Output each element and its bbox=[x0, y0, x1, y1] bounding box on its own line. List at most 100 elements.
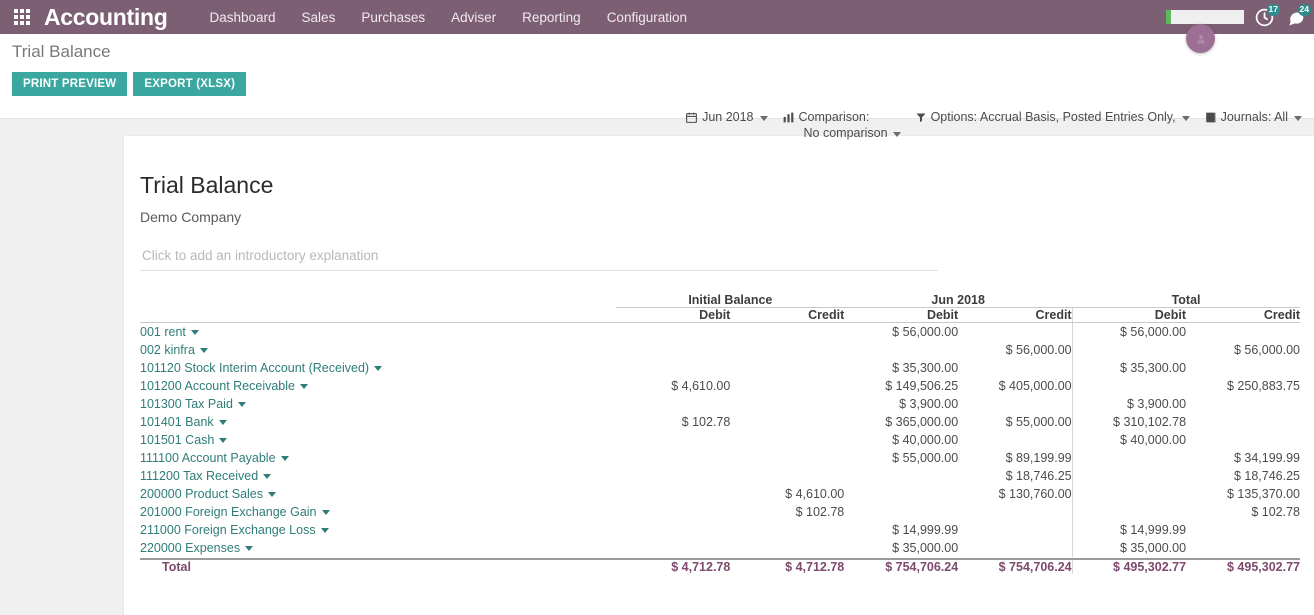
clock-activity-icon[interactable]: 17 bbox=[1254, 3, 1280, 28]
table-row: 101200 Account Receivable $ 4,610.00 $ 149… bbox=[140, 376, 1300, 395]
cell-initial-debit bbox=[616, 431, 730, 449]
account-label: 101200 Account Receivable bbox=[140, 378, 295, 393]
app-brand-accounting[interactable]: Accounting bbox=[44, 4, 168, 31]
account-label: 201000 Foreign Exchange Gain bbox=[140, 504, 317, 519]
trial-balance-body: 001 rent $ 56,000.00 $ 56,000.00 002 kinfra… bbox=[140, 322, 1300, 557]
book-icon bbox=[1204, 111, 1217, 124]
cell-period-debit: $ 14,999.99 bbox=[892, 522, 959, 537]
account-label: 101401 Bank bbox=[140, 414, 214, 429]
total-initial-credit: $ 4,712.78 bbox=[730, 557, 845, 574]
breadcrumb[interactable]: Trial Balance bbox=[12, 42, 1302, 62]
comparison-filter-row1[interactable]: Comparison: bbox=[782, 110, 901, 124]
menu-item-configuration[interactable]: Configuration bbox=[607, 10, 687, 25]
cell-period-credit: $ 56,000.00 bbox=[1005, 342, 1072, 357]
subheader-total-debit: Debit bbox=[1071, 307, 1187, 323]
cell-total-debit: $ 14,999.99 bbox=[1071, 520, 1187, 539]
cell-total-debit: $ 35,000.00 bbox=[1071, 538, 1187, 557]
messages-badge: 24 bbox=[1297, 3, 1311, 16]
account-link[interactable]: 111200 Tax Received bbox=[140, 467, 616, 485]
cell-period-debit: $ 35,000.00 bbox=[892, 540, 959, 555]
user-avatar[interactable] bbox=[1186, 24, 1215, 53]
cell-period-credit bbox=[958, 431, 1072, 449]
cell-total-credit bbox=[1186, 359, 1300, 377]
group-header-period: Jun 2018 bbox=[844, 293, 1073, 308]
column-subheader-row: Debit Credit Debit Credit Debit Credit bbox=[140, 307, 1300, 323]
report-filters: Jun 2018 Comparison: No comparison Optio… bbox=[685, 110, 1302, 140]
comparison-filter-row2[interactable]: No comparison bbox=[782, 126, 901, 140]
cell-total-credit bbox=[1186, 431, 1300, 449]
cell-initial-debit bbox=[616, 341, 730, 359]
cell-total-debit: $ 310,102.78 bbox=[1071, 412, 1187, 431]
print-preview-button[interactable]: PRINT PREVIEW bbox=[12, 72, 128, 96]
table-row: 101501 Cash $ 40,000.00 $ 40,000.00 bbox=[140, 430, 1300, 449]
report-sheet: Trial Balance Demo Company Initial Balan… bbox=[124, 136, 1314, 615]
account-link[interactable]: 001 rent bbox=[140, 323, 616, 341]
table-row: 211000 Foreign Exchange Loss $ 14,999.99 $… bbox=[140, 520, 1300, 539]
cell-total-debit bbox=[1071, 502, 1187, 521]
account-label: 002 kinfra bbox=[140, 342, 195, 357]
subheader-total-credit: Credit bbox=[1186, 307, 1300, 323]
cell-period-debit bbox=[844, 503, 958, 521]
table-row: 101300 Tax Paid $ 3,900.00 $ 3,900.00 bbox=[140, 394, 1300, 413]
report-background: Trial Balance Demo Company Initial Balan… bbox=[0, 119, 1314, 615]
menu-item-adviser[interactable]: Adviser bbox=[451, 10, 496, 25]
cell-period-debit: $ 35,300.00 bbox=[892, 360, 959, 375]
filter-funnel-icon bbox=[915, 111, 927, 124]
apps-grid-icon[interactable] bbox=[14, 9, 30, 25]
account-link[interactable]: 101120 Stock Interim Account (Received) bbox=[140, 359, 616, 377]
cell-total-credit: $ 18,746.25 bbox=[1233, 468, 1300, 483]
account-link[interactable]: 101501 Cash bbox=[140, 431, 616, 449]
cell-total-debit bbox=[1071, 376, 1187, 395]
account-link[interactable]: 201000 Foreign Exchange Gain bbox=[140, 503, 616, 521]
cell-total-credit: $ 250,883.75 bbox=[1227, 378, 1300, 393]
account-label: 001 rent bbox=[140, 324, 186, 339]
cell-initial-debit bbox=[616, 539, 730, 557]
total-period-credit: $ 754,706.24 bbox=[958, 557, 1073, 574]
account-link[interactable]: 101200 Account Receivable bbox=[140, 377, 616, 395]
cell-period-credit bbox=[958, 503, 1072, 521]
cell-total-credit: $ 102.78 bbox=[1251, 504, 1300, 519]
cell-total-debit: $ 3,900.00 bbox=[1071, 394, 1187, 413]
chevron-down-icon bbox=[199, 347, 208, 353]
date-filter[interactable]: Jun 2018 bbox=[685, 110, 768, 124]
menu-item-sales[interactable]: Sales bbox=[302, 10, 336, 25]
account-link[interactable]: 111100 Account Payable bbox=[140, 449, 616, 467]
chevron-down-icon bbox=[1294, 116, 1302, 121]
cell-initial-credit: $ 102.78 bbox=[795, 504, 845, 519]
account-link[interactable]: 200000 Product Sales bbox=[140, 485, 616, 503]
table-row: 200000 Product Sales $ 4,610.00 $ 130,760.… bbox=[140, 484, 1300, 503]
account-label: 101120 Stock Interim Account (Received) bbox=[140, 360, 370, 375]
intro-explanation-input[interactable] bbox=[140, 245, 938, 271]
total-row-label: Total bbox=[140, 557, 617, 574]
account-link[interactable]: 101300 Tax Paid bbox=[140, 395, 616, 413]
activity-badge: 17 bbox=[1266, 3, 1280, 16]
cell-initial-debit bbox=[616, 359, 730, 377]
search-input[interactable] bbox=[1166, 10, 1244, 24]
account-link[interactable]: 002 kinfra bbox=[140, 341, 616, 359]
export-xlsx-button[interactable]: EXPORT (XLSX) bbox=[133, 72, 247, 96]
chat-messages-icon[interactable]: 24 bbox=[1285, 3, 1311, 28]
total-total-debit: $ 495,302.77 bbox=[1071, 557, 1187, 574]
account-link[interactable]: 220000 Expenses bbox=[140, 539, 616, 557]
menu-item-dashboard[interactable]: Dashboard bbox=[210, 10, 276, 25]
group-header-initial-balance: Initial Balance bbox=[616, 293, 845, 308]
subheader-initial-credit: Credit bbox=[730, 307, 845, 323]
cell-initial-credit bbox=[730, 431, 844, 449]
menu-item-reporting[interactable]: Reporting bbox=[522, 10, 581, 25]
subheader-initial-debit: Debit bbox=[616, 307, 731, 323]
table-row: 002 kinfra $ 56,000.00 $ 56,000.00 bbox=[140, 340, 1300, 359]
options-filter[interactable]: Options: Accrual Basis, Posted Entries O… bbox=[915, 110, 1190, 124]
account-link[interactable]: 101401 Bank bbox=[140, 413, 616, 431]
chevron-down-icon bbox=[245, 545, 254, 551]
cell-total-credit bbox=[1186, 413, 1300, 431]
subheader-blank bbox=[140, 307, 617, 323]
journals-filter[interactable]: Journals: All bbox=[1204, 110, 1302, 124]
account-link[interactable]: 211000 Foreign Exchange Loss bbox=[140, 521, 616, 539]
menu-item-purchases[interactable]: Purchases bbox=[361, 10, 425, 25]
cell-initial-credit bbox=[730, 521, 844, 539]
calendar-icon bbox=[685, 111, 698, 124]
cell-period-credit: $ 405,000.00 bbox=[998, 378, 1072, 393]
cell-total-debit: $ 35,300.00 bbox=[1071, 358, 1187, 377]
total-row: Total $ 4,712.78 $ 4,712.78 $ 754,706.24… bbox=[140, 557, 1300, 574]
comparison-filter[interactable]: Comparison: No comparison bbox=[782, 110, 901, 140]
